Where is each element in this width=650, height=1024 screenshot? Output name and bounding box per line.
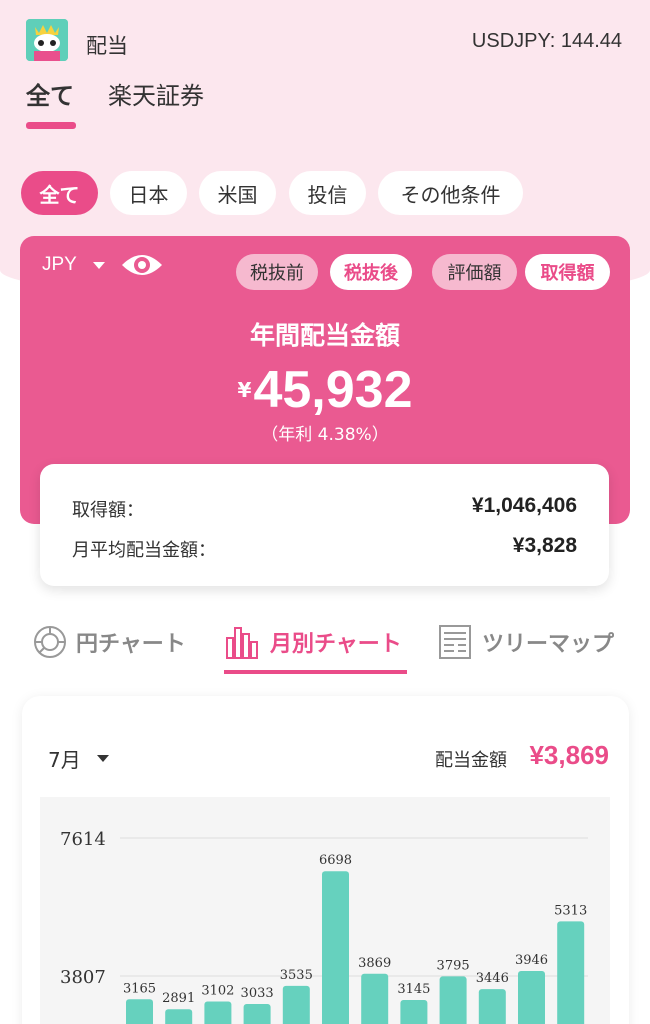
chart-card: 7月 配当金額 ¥3,869 3807 7614 3165 2891 3102 3033 3… — [22, 696, 629, 1024]
caret-down-icon[interactable] — [93, 262, 105, 269]
annual-dividend-label: 年間配当金額 — [249, 321, 400, 350]
tab-treemap[interactable]: ツリーマップ — [438, 624, 614, 660]
bar-month-7[interactable] — [361, 973, 389, 1024]
bar-month-1[interactable] — [126, 999, 153, 1024]
treemap-icon — [438, 624, 472, 660]
filter-chip-all[interactable]: 全て — [21, 171, 98, 215]
bar-month-9[interactable] — [439, 976, 467, 1024]
annual-dividend-amount: ¥45,932 — [20, 360, 630, 420]
pie-chart-icon — [32, 624, 68, 660]
filter-chip-fund[interactable]: 投信 — [289, 171, 366, 215]
tab-all[interactable]: 全て — [26, 76, 74, 111]
toggle-acquisition[interactable]: 取得額 — [525, 254, 610, 290]
bar-value-label: 3145 — [397, 982, 430, 997]
caret-down-icon[interactable] — [97, 755, 109, 762]
acquisition-label: 取得額： — [72, 500, 144, 521]
bar-value-label: 6698 — [319, 853, 352, 868]
filter-chip-japan[interactable]: 日本 — [110, 171, 187, 215]
chart-plot-area: 3807 7614 3165 2891 3102 3033 3535 6698 3869 3145… — [40, 797, 610, 1024]
toggle-valuation[interactable]: 評価額 — [432, 254, 517, 290]
annual-yield: （年利 4.38%） — [261, 425, 389, 445]
monthly-bar-chart: 3807 7614 3165 2891 3102 3033 3535 6698 3869 3145… — [60, 829, 588, 1024]
bar-month-3[interactable] — [204, 1001, 232, 1024]
bar-value-label: 2891 — [162, 991, 195, 1006]
dividend-amount-value: ¥3,869 — [529, 740, 609, 770]
tab-treemap-label: ツリーマップ — [482, 632, 615, 657]
dividend-amount-label: 配当金額 — [435, 750, 507, 771]
bar-value-label: 3033 — [241, 986, 274, 1001]
app-logo-icon — [26, 19, 68, 61]
eye-icon[interactable] — [120, 250, 164, 284]
bar-month-5[interactable] — [282, 985, 310, 1024]
exchange-rate: USDJPY: 144.44 — [471, 30, 622, 52]
bar-month-2[interactable] — [165, 1009, 193, 1024]
tab-monthly-chart[interactable]: 月別チャート — [224, 624, 402, 660]
y-tick-label: 3807 — [60, 967, 106, 988]
bar-value-label: 3102 — [201, 984, 234, 999]
bar-month-11[interactable] — [518, 970, 545, 1024]
app-root: 配当 USDJPY: 144.44 全て 楽天証券 全て 日本 米国 投信 その… — [0, 0, 650, 1024]
monthly-average-value: ¥3,828 — [512, 534, 577, 557]
bar-month-4[interactable] — [243, 1004, 271, 1024]
bar-month-8[interactable] — [400, 999, 428, 1024]
acquisition-value: ¥1,046,406 — [471, 494, 577, 517]
bar-month-12[interactable] — [557, 921, 585, 1024]
bar-value-label: 3165 — [123, 981, 156, 996]
tab-pie-chart-label: 円チャート — [76, 632, 186, 657]
y-tick-label: 7614 — [60, 829, 106, 850]
bar-month-6[interactable] — [322, 871, 349, 1024]
filter-chip-us[interactable]: 米国 — [199, 171, 276, 215]
detail-card: 取得額： ¥1,046,406 月平均配当金額： ¥3,828 — [40, 464, 609, 586]
month-selector[interactable]: 7月 — [48, 744, 81, 773]
bar-value-label: 3869 — [358, 956, 391, 971]
tab-underline — [26, 122, 76, 129]
currency-selector[interactable]: JPY — [42, 254, 77, 276]
tab-pie-chart[interactable]: 円チャート — [32, 624, 186, 660]
bar-value-label: 3446 — [476, 971, 509, 986]
bar-month-10[interactable] — [478, 989, 506, 1024]
annual-dividend-value: 45,932 — [253, 361, 413, 419]
toggle-after-tax[interactable]: 税抜後 — [330, 254, 412, 290]
bar-value-label: 5313 — [554, 903, 587, 918]
monthly-average-label: 月平均配当金額： — [72, 540, 216, 561]
filter-chip-other[interactable]: その他条件 — [378, 171, 523, 215]
chart-tab-underline — [224, 670, 407, 674]
bar-value-label: 3535 — [280, 968, 313, 983]
bar-value-label: 3946 — [515, 953, 548, 968]
app-title: 配当 — [86, 34, 128, 58]
toggle-before-tax[interactable]: 税抜前 — [236, 254, 318, 290]
yen-symbol: ¥ — [237, 378, 252, 402]
bar-value-label: 3795 — [437, 958, 470, 973]
tab-rakuten[interactable]: 楽天証券 — [108, 76, 204, 111]
bar-chart-icon — [224, 624, 260, 660]
tab-monthly-chart-label: 月別チャート — [270, 632, 402, 657]
